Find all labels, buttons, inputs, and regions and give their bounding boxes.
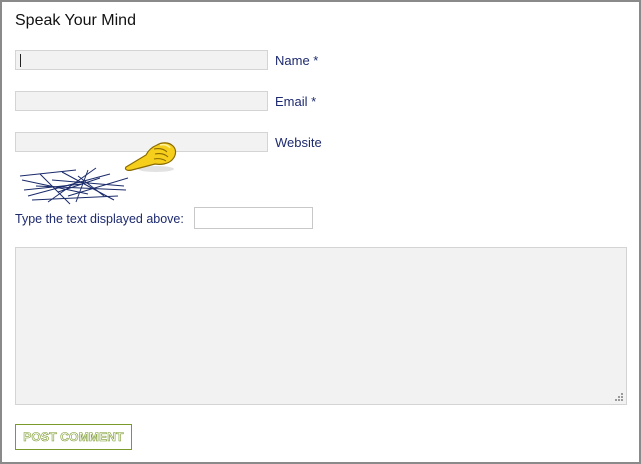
comment-textarea[interactable] xyxy=(15,247,627,405)
text-caret xyxy=(20,54,21,67)
captcha-input[interactable] xyxy=(194,207,313,229)
captcha-image xyxy=(19,167,129,205)
comment-form-panel: Speak Your Mind Name * Email * Website T… xyxy=(0,0,641,464)
email-input[interactable] xyxy=(15,91,268,111)
name-input[interactable] xyxy=(15,50,268,70)
post-comment-button[interactable]: POST COMMENT xyxy=(15,424,132,450)
form-title: Speak Your Mind xyxy=(15,12,136,29)
email-label: Email * xyxy=(275,94,317,109)
name-label: Name * xyxy=(275,53,319,68)
website-label: Website xyxy=(275,135,322,150)
resize-grip-icon[interactable] xyxy=(613,391,624,402)
pointing-hand-icon xyxy=(124,142,177,172)
captcha-label: Type the text displayed above: xyxy=(15,212,184,226)
